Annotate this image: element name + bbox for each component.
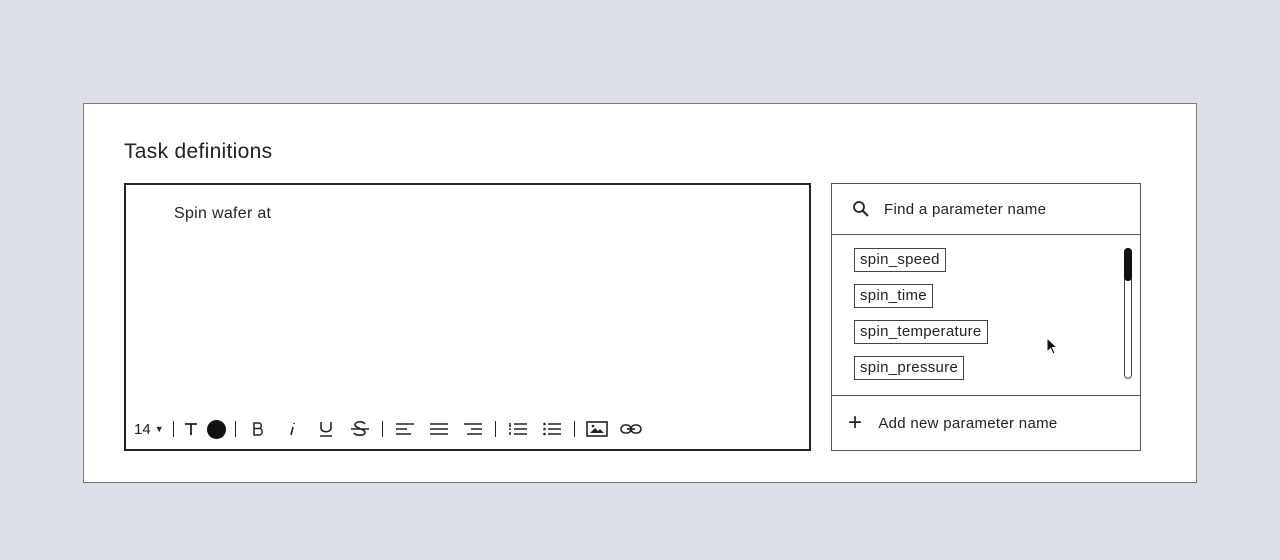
plus-icon: + xyxy=(848,409,863,436)
parameter-search-input[interactable] xyxy=(882,199,1126,219)
add-parameter-label: Add new parameter name xyxy=(878,414,1058,432)
insert-link-button[interactable] xyxy=(618,417,644,441)
align-left-button[interactable] xyxy=(392,417,418,441)
scrollbar-thumb[interactable] xyxy=(1124,248,1132,281)
editor-content[interactable]: Spin wafer at xyxy=(174,205,271,223)
text-color-button[interactable] xyxy=(206,419,226,439)
parameter-tag-spin-pressure[interactable]: spin_pressure xyxy=(854,356,965,380)
underline-button[interactable] xyxy=(313,417,339,441)
text-icon xyxy=(184,423,197,435)
align-center-icon xyxy=(429,423,448,435)
font-size-value: 14 xyxy=(134,420,151,438)
italic-button[interactable] xyxy=(279,417,305,441)
link-icon xyxy=(619,424,642,434)
toolbar-divider xyxy=(172,421,174,437)
mouse-cursor-icon xyxy=(1046,337,1059,355)
parameter-tag-spin-time[interactable]: spin_time xyxy=(854,284,933,308)
toolbar-divider xyxy=(234,421,236,437)
parameter-panel: spin_speed spin_time spin_temperature sp… xyxy=(831,183,1141,451)
align-center-button[interactable] xyxy=(426,417,452,441)
parameter-tag-spin-temperature[interactable]: spin_temperature xyxy=(854,320,988,344)
numbered-list-icon xyxy=(508,423,527,435)
align-right-button[interactable] xyxy=(460,417,486,441)
bold-button[interactable] xyxy=(245,417,271,441)
task-definitions-card: Task definitions Spin wafer at 14 ▼ Find… xyxy=(83,103,1197,483)
parameter-search xyxy=(832,184,1140,235)
insert-image-button[interactable] xyxy=(584,417,610,441)
numbered-list-button[interactable] xyxy=(505,417,531,441)
toolbar-divider xyxy=(381,421,383,437)
add-parameter-button[interactable]: + Add new parameter name xyxy=(832,395,1140,450)
bullet-list-button[interactable] xyxy=(539,417,565,441)
align-left-icon xyxy=(395,423,414,435)
italic-icon xyxy=(289,423,295,436)
rich-text-editor[interactable]: Spin wafer at 14 ▼ xyxy=(124,183,811,451)
bold-icon xyxy=(252,422,263,436)
formatting-toolbar: 14 ▼ xyxy=(134,417,644,441)
toolbar-divider xyxy=(494,421,496,437)
font-size-select[interactable]: 14 ▼ xyxy=(134,417,164,441)
search-icon xyxy=(853,201,869,217)
align-right-icon xyxy=(463,423,482,435)
bullet-list-icon xyxy=(542,422,561,436)
caret-down-icon: ▼ xyxy=(154,424,164,434)
image-icon xyxy=(585,421,608,437)
strikethrough-icon xyxy=(350,421,369,436)
underline-icon xyxy=(319,422,332,437)
text-style-button[interactable] xyxy=(183,417,199,441)
parameter-list-scrollbar[interactable] xyxy=(1124,248,1132,379)
strikethrough-button[interactable] xyxy=(347,417,373,441)
parameter-tag-spin-speed[interactable]: spin_speed xyxy=(854,248,946,272)
toolbar-divider xyxy=(573,421,575,437)
parameter-list: spin_speed spin_time spin_temperature sp… xyxy=(854,248,988,392)
card-title: Task definitions xyxy=(124,140,273,163)
